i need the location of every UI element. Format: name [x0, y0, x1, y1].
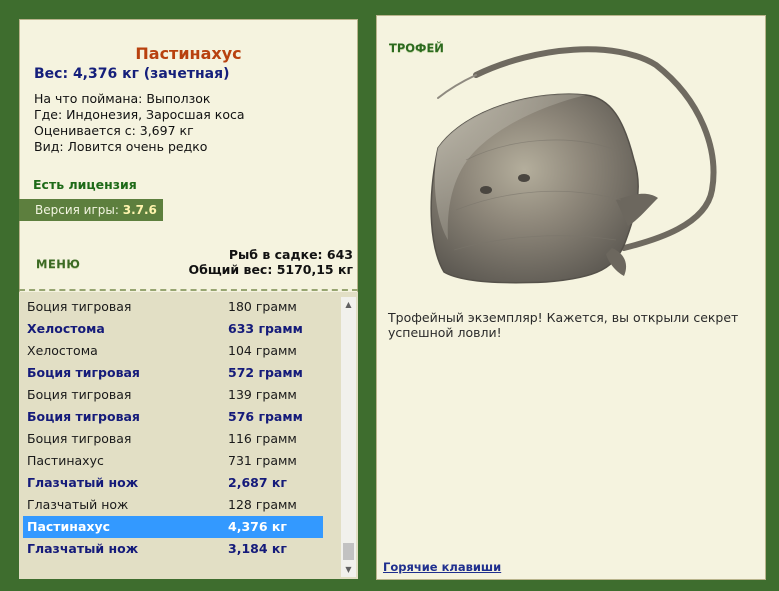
list-item[interactable]: Боция тигровая 139 грамм	[23, 384, 323, 406]
list-item[interactable]: Пастинахус 731 грамм	[23, 450, 323, 472]
trophy-panel: ТРОФЕЙ Трофейный экземпляр! Кажется, вы …	[376, 15, 766, 580]
menu-button[interactable]: МЕНЮ	[36, 257, 80, 271]
list-item[interactable]: Глазчатый нож 2,687 кг	[23, 472, 323, 494]
catch-list[interactable]: Боция тигровая 180 грамм Хелостома 633 грам…	[19, 292, 358, 579]
scroll-thumb[interactable]	[343, 543, 354, 560]
list-item-weight: 4,376 кг	[228, 519, 287, 534]
list-item-name: Глазчатый нож	[27, 497, 129, 512]
fish-weight: Вес: 4,376 кг (зачетная)	[34, 66, 230, 82]
list-item-weight: 572 грамм	[228, 365, 303, 380]
list-item-weight: 2,687 кг	[228, 475, 287, 490]
list-item-weight: 116 грамм	[228, 431, 297, 446]
list-item[interactable]: Боция тигровая 180 грамм	[23, 296, 323, 318]
list-item-weight: 3,184 кг	[228, 541, 287, 556]
list-item[interactable]: Глазчатый нож 3,184 кг	[23, 538, 323, 560]
trophy-message: Трофейный экземпляр! Кажется, вы открыли…	[388, 310, 739, 340]
list-item-weight: 633 грамм	[228, 321, 303, 336]
list-item-name: Глазчатый нож	[27, 475, 139, 490]
list-item-weight: 139 грамм	[228, 387, 297, 402]
list-item-weight: 731 грамм	[228, 453, 297, 468]
version-label: Версия игры:	[35, 203, 119, 217]
list-item-weight: 576 грамм	[228, 409, 303, 424]
list-item[interactable]: Хелостома 633 грамм	[23, 318, 323, 340]
catch-list-scrollbar[interactable]: ▲ ▼	[341, 297, 356, 577]
list-item[interactable]: Боция тигровая 116 грамм	[23, 428, 323, 450]
list-item-name: Глазчатый нож	[27, 541, 139, 556]
list-item-name: Боция тигровая	[27, 299, 132, 314]
list-item-name: Боция тигровая	[27, 431, 132, 446]
list-item[interactable]: Боция тигровая 572 грамм	[23, 362, 323, 384]
list-item-name: Пастинахус	[27, 519, 111, 534]
stingray-image	[430, 46, 717, 284]
list-item-name: Боция тигровая	[27, 365, 140, 380]
hotkeys-link[interactable]: Горячие клавиши	[383, 560, 501, 574]
list-item-name: Боция тигровая	[27, 409, 140, 424]
fish-valued-from: Оценивается с: 3,697 кг	[34, 123, 194, 138]
total-weight: Общий вес: 5170,15 кг	[188, 262, 354, 277]
list-item[interactable]: Боция тигровая 576 грамм	[23, 406, 323, 428]
fish-info-panel: Пастинахус Вес: 4,376 кг (зачетная) На ч…	[19, 19, 358, 579]
version-badge: Версия игры: 3.7.6	[19, 199, 163, 221]
dashed-divider	[19, 289, 358, 291]
scroll-down-icon[interactable]: ▼	[341, 562, 356, 577]
list-item-selected[interactable]: Пастинахус 4,376 кг	[23, 516, 323, 538]
list-item-weight: 180 грамм	[228, 299, 297, 314]
fish-count: Рыб в садке: 643	[228, 247, 353, 262]
fish-species-rarity: Вид: Ловится очень редко	[34, 139, 208, 154]
fish-name: Пастинахус	[135, 44, 242, 63]
fish-location: Где: Индонезия, Заросшая коса	[34, 107, 245, 122]
catch-stats: Рыб в садке: 643 Общий вес: 5170,15 кг	[189, 247, 354, 277]
list-item-name: Пастинахус	[27, 453, 104, 468]
list-item-name: Боция тигровая	[27, 387, 132, 402]
list-item-name: Хелостома	[27, 343, 98, 358]
list-item-weight: 128 грамм	[228, 497, 297, 512]
version-value: 3.7.6	[122, 203, 157, 217]
list-item[interactable]: Хелостома 104 грамм	[23, 340, 323, 362]
scroll-up-icon[interactable]: ▲	[341, 297, 356, 312]
list-item-name: Хелостома	[27, 321, 105, 336]
list-item-weight: 104 грамм	[228, 343, 297, 358]
license-status: Есть лицензия	[33, 177, 137, 192]
fish-bait: На что поймана: Выползок	[34, 91, 211, 106]
list-item[interactable]: Глазчатый нож 128 грамм	[23, 494, 323, 516]
